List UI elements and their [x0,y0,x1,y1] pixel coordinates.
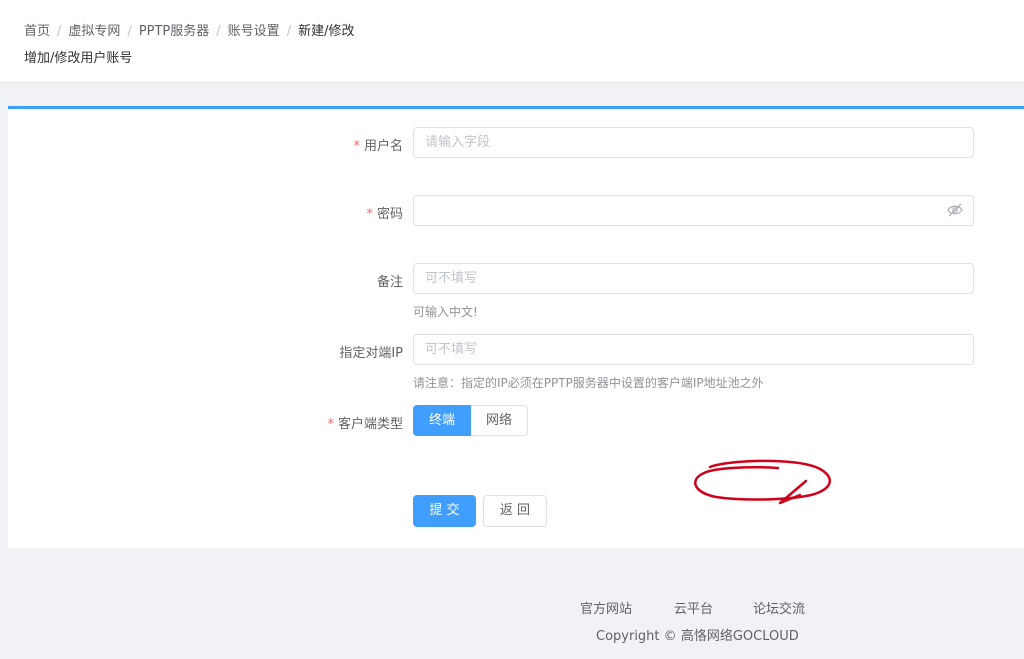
remark-hint: 可输入中文! [413,305,478,319]
password-label-text: 密码 [376,207,403,222]
required-mark: * [353,139,360,154]
required-mark: * [327,417,334,432]
eye-off-icon[interactable] [947,203,963,217]
breadcrumb-current: 新建/修改 [298,24,355,39]
footer-links: 官方网站 云平台 论坛交流 [0,598,1024,617]
client-type-label-text: 客户端类型 [337,417,403,432]
required-mark: * [366,207,373,222]
breadcrumb-separator: / [127,24,132,39]
company-name: 高恪网络GOCLOUD [680,629,799,644]
remark-label: 备注 [376,275,403,290]
breadcrumb-vpn[interactable]: 虚拟专网 [68,24,120,39]
footer-link-cloud-platform[interactable]: 云平台 [674,598,713,617]
breadcrumb-account-settings[interactable]: 账号设置 [228,24,280,39]
submit-button[interactable]: 提 交 [413,495,476,527]
breadcrumb: 首页 / 虚拟专网 / PPTP服务器 / 账号设置 / 新建/修改 [24,20,355,39]
breadcrumb-pptp-server[interactable]: PPTP服务器 [139,24,209,39]
footer-link-forum[interactable]: 论坛交流 [753,598,805,617]
client-type-label: * 客户端类型 [327,413,403,432]
username-label: * 用户名 [353,135,403,154]
red-annotation-circle [694,459,832,505]
client-type-option-terminal[interactable]: 终端 [413,405,472,436]
footer-link-official-site[interactable]: 官方网站 [580,598,632,617]
copyright-icon: © [663,629,677,644]
password-label: * 密码 [366,203,403,222]
breadcrumb-separator: / [286,24,292,39]
username-label-text: 用户名 [363,139,403,154]
page-title: 增加/修改用户账号 [24,51,133,66]
username-input[interactable]: 请输入字段 [413,127,974,158]
breadcrumb-home[interactable]: 首页 [24,24,50,39]
breadcrumb-separator: / [57,24,62,39]
peer-ip-input[interactable]: 可不填写 [413,334,974,365]
page-header: 首页 / 虚拟专网 / PPTP服务器 / 账号设置 / 新建/修改 增加/修改用户账号 [0,0,1024,83]
form-card: * 用户名 请输入字段 * 密码 备注 可不填写 可输入中文! 指定对端IP 可不填… [8,106,1024,548]
peer-ip-label: 指定对端IP [339,346,403,361]
copyright-text: Copyright [596,629,660,644]
client-type-radio-group: 终端 网络 [413,405,529,436]
remark-input[interactable]: 可不填写 [413,263,974,294]
breadcrumb-separator: / [216,24,221,39]
client-type-option-network[interactable]: 网络 [471,405,529,436]
back-button[interactable]: 返 回 [483,495,547,527]
peer-ip-hint: 请注意：指定的IP必须在PPTP服务器中设置的客户端IP地址池之外 [413,376,764,390]
footer-copyright: Copyright © 高恪网络GOCLOUD [596,625,799,644]
password-input[interactable] [413,195,974,226]
